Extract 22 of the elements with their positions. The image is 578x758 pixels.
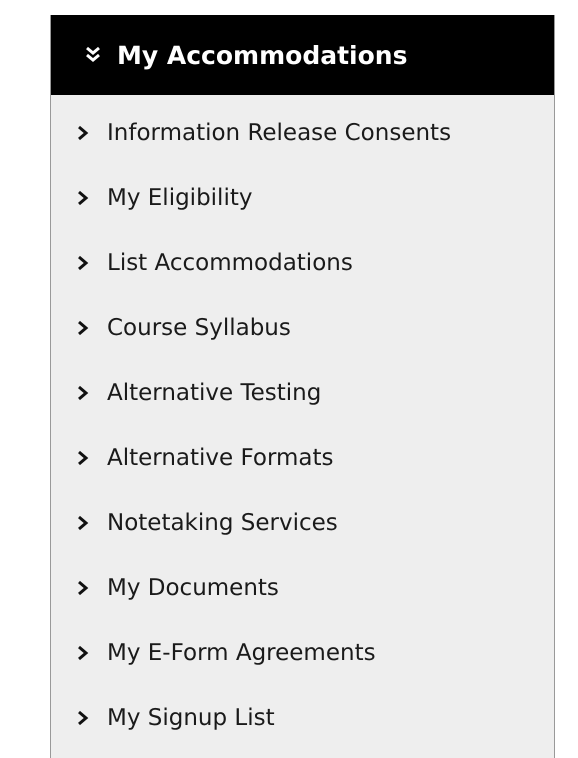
menu-link[interactable]: Alternative Testing [107,380,322,406]
menu-link[interactable]: Alternative Formats [107,444,334,470]
menu-link[interactable]: Notetaking Services [107,510,338,536]
chevron-right-icon [77,514,89,530]
chevron-right-icon [77,384,89,400]
chevron-right-icon [77,580,89,596]
menu-link[interactable]: List Accommodations [107,250,353,276]
chevron-right-icon [77,644,89,660]
chevron-right-icon [77,320,89,336]
menu-link[interactable]: My Documents [107,574,279,600]
menu-link[interactable]: My Signup List [107,704,275,730]
chevron-right-icon [77,254,89,270]
menu-link[interactable]: Information Release Consents [107,120,452,146]
chevron-right-icon [77,450,89,466]
chevron-right-icon [77,190,89,206]
panel-title: My Accommodations [117,40,408,70]
menu-link[interactable]: Course Syllabus [107,314,291,340]
chevron-right-icon [77,710,89,726]
chevron-right-icon [77,124,89,140]
menu-link[interactable]: My Eligibility [107,184,252,210]
panel-header[interactable]: My Accommodations [51,15,554,95]
menu-link[interactable]: My E-Form Agreements [107,640,376,666]
